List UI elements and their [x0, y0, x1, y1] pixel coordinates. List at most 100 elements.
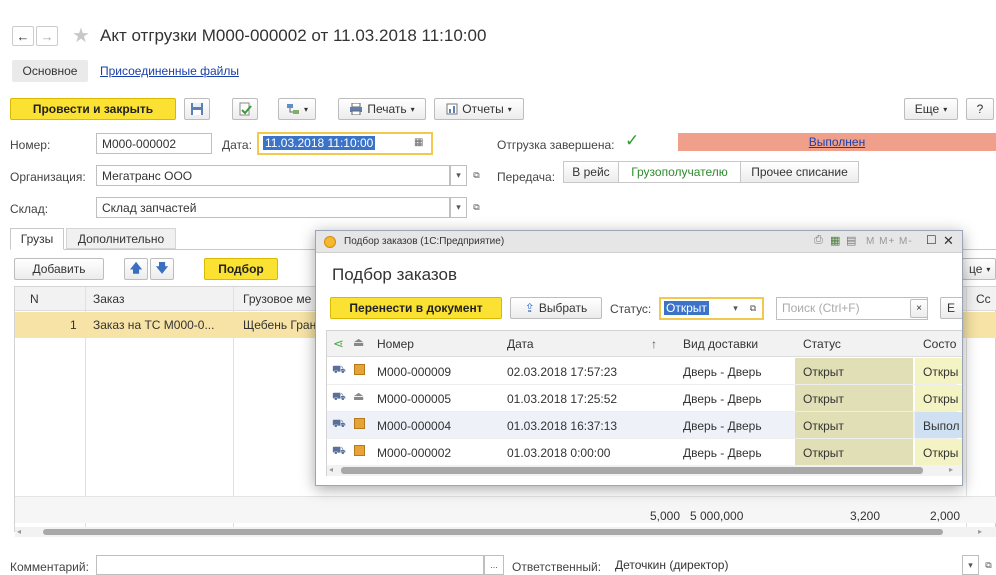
tab-attached-files[interactable]: Присоединенные файлы — [100, 64, 239, 78]
col-header-n[interactable]: N — [30, 292, 39, 306]
status-filter-field[interactable]: Открыт — [659, 297, 727, 320]
printer-icon — [350, 103, 363, 115]
post-document-button[interactable] — [232, 98, 258, 120]
warehouse-dropdown-icon[interactable]: ▾ — [450, 197, 467, 218]
warehouse-label: Склад: — [10, 202, 49, 216]
organization-dropdown-icon[interactable]: ▾ — [450, 165, 467, 186]
col-header-number[interactable]: Номер — [377, 337, 414, 351]
order-row[interactable]: ⛟ ⏏ М000-000005 01.03.2018 17:25:52 Двер… — [327, 385, 962, 412]
orders-horizontal-scrollbar[interactable]: ◂ ▸ — [327, 465, 962, 476]
col-header-state[interactable]: Состо — [923, 337, 962, 351]
tab-cargo[interactable]: Грузы — [10, 228, 64, 250]
responsible-field[interactable]: Деточкин (директор) — [610, 555, 962, 575]
responsible-open-icon[interactable]: ⧉ — [980, 555, 996, 575]
scroll-left-icon[interactable]: ◂ — [329, 465, 333, 474]
save-button[interactable] — [184, 98, 210, 120]
help-button[interactable]: ? — [966, 98, 994, 120]
order-row[interactable]: ⛟ М000-000002 01.03.2018 0:00:00 Дверь -… — [327, 439, 962, 466]
order-number: М000-000009 — [377, 365, 452, 379]
truck-icon: ⛟ — [332, 391, 346, 403]
comment-label: Комментарий: — [10, 560, 89, 574]
col-header-delivery[interactable]: Вид доставки — [683, 337, 758, 351]
order-number: М000-000002 — [377, 446, 452, 460]
order-date: 01.03.2018 16:37:13 — [507, 419, 618, 433]
cargo-box-icon — [354, 445, 365, 456]
dialog-window-title: Подбор заказов (1С:Предприятие) — [344, 236, 505, 247]
transfer-switch[interactable]: В рейс Грузополучателю Прочее списание — [563, 161, 859, 183]
scrollbar-thumb[interactable] — [341, 467, 923, 474]
favorite-star-icon[interactable]: ★ — [72, 23, 90, 48]
tab-main-section[interactable]: Основное — [12, 60, 88, 82]
status-dropdown-icon[interactable]: ▾ — [727, 297, 744, 320]
scrollbar-thumb[interactable] — [43, 529, 943, 535]
back-button[interactable]: ← — [12, 26, 34, 46]
order-status: Открыт — [803, 419, 844, 433]
page-title: Акт отгрузки М000-000002 от 11.03.2018 1… — [100, 26, 487, 45]
order-row[interactable]: ⛟ М000-000009 02.03.2018 17:57:23 Дверь … — [327, 358, 962, 385]
responsible-dropdown-icon[interactable]: ▾ — [962, 555, 979, 575]
col-header-cargo-place[interactable]: Грузовое ме — [243, 292, 323, 306]
scroll-right-icon[interactable]: ▸ — [978, 527, 982, 536]
order-state: Откры — [923, 446, 959, 460]
grid-more-button[interactable]: це ▾ — [962, 258, 996, 280]
calendar-icon[interactable]: ▦ — [414, 137, 423, 148]
dropdown-arrow-icon: ▾ — [507, 104, 512, 114]
scroll-left-icon[interactable]: ◂ — [17, 527, 21, 536]
organization-open-icon[interactable]: ⧉ — [468, 165, 485, 186]
memory-buttons[interactable]: M M+ M- — [866, 236, 913, 247]
col-header-date[interactable]: Дата — [507, 337, 534, 351]
order-row[interactable]: ⛟ М000-000004 01.03.2018 16:37:13 Дверь … — [327, 412, 962, 439]
transfer-option-other[interactable]: Прочее списание — [741, 162, 858, 182]
col-header-order[interactable]: Заказ — [93, 292, 124, 306]
order-number: М000-000005 — [377, 392, 452, 406]
tab-additional[interactable]: Дополнительно — [66, 228, 176, 249]
pick-button[interactable]: Подбор — [204, 258, 278, 280]
scroll-right-icon[interactable]: ▸ — [949, 465, 953, 474]
warehouse-field[interactable]: Склад запчастей — [96, 197, 450, 218]
total-3: 3,200 — [849, 509, 880, 523]
transfer-option-trip[interactable]: В рейс — [564, 162, 619, 182]
transfer-to-document-button[interactable]: Перенести в документ — [330, 297, 502, 319]
status-badge: Выполнен — [678, 133, 996, 151]
reports-button[interactable]: Отчеты ▾ — [434, 98, 524, 120]
col-header-status[interactable]: Статус — [803, 337, 841, 351]
post-and-close-button[interactable]: Провести и закрыть — [10, 98, 176, 120]
close-icon[interactable]: ✕ — [943, 233, 954, 249]
clear-search-button[interactable]: × — [910, 299, 928, 318]
calendar-icon[interactable]: ▤ — [846, 234, 856, 247]
add-row-button[interactable]: Добавить — [14, 258, 104, 280]
comment-expand-button[interactable]: ... — [484, 555, 504, 575]
maximize-icon[interactable]: ☐ — [926, 233, 937, 247]
transfer-option-consignee[interactable]: Грузополучателю — [619, 162, 741, 182]
warehouse-open-icon[interactable]: ⧉ — [468, 197, 485, 218]
orders-grid-header — [327, 331, 962, 357]
order-status: Открыт — [803, 392, 844, 406]
weight-icon: ⏏ — [353, 389, 365, 403]
print-icon[interactable]: ⎙ — [814, 234, 823, 247]
share-icon[interactable]: ⋖ — [333, 336, 344, 352]
dialog-more-button[interactable]: Е — [940, 297, 962, 319]
structure-button[interactable]: ▾ — [278, 98, 316, 120]
shipment-completed-checkbox[interactable]: ✓ — [625, 132, 641, 149]
forward-button[interactable]: → — [36, 26, 58, 46]
search-input[interactable]: Поиск (Ctrl+F) — [776, 297, 928, 320]
organization-field[interactable]: Мегатранс ООО — [96, 165, 450, 186]
comment-field[interactable] — [96, 555, 484, 575]
move-down-button[interactable]: 🡇 — [150, 258, 174, 280]
col-header-partial-right[interactable]: Сс — [976, 292, 991, 306]
move-up-button[interactable]: 🡅 — [124, 258, 148, 280]
status-open-icon[interactable]: ⧉ — [744, 297, 764, 320]
select-label: Выбрать — [538, 301, 588, 315]
date-label: Дата: — [222, 138, 252, 152]
more-button[interactable]: Еще ▾ — [904, 98, 958, 120]
order-delivery: Дверь - Дверь — [683, 365, 762, 379]
select-button[interactable]: ⇪ Выбрать — [510, 297, 602, 319]
grid-horizontal-scrollbar[interactable]: ◂ ▸ — [15, 527, 996, 537]
date-field[interactable]: 11.03.2018 11:10:00 — [257, 132, 433, 155]
grid-more-label: це — [969, 262, 983, 276]
shipment-completed-label: Отгрузка завершена: — [497, 138, 615, 152]
number-field[interactable]: М000-000002 — [96, 133, 212, 154]
calculator-icon[interactable]: ▦ — [830, 234, 840, 247]
order-status: Открыт — [803, 446, 844, 460]
print-button[interactable]: Печать ▾ — [338, 98, 426, 120]
